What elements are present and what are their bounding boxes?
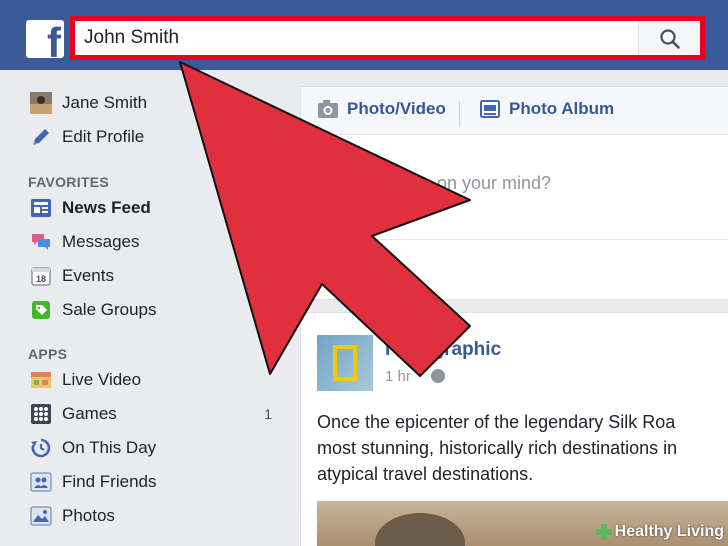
composer-separator <box>301 239 728 240</box>
national-geographic-logo-icon <box>333 345 357 381</box>
sidebar-item-messages[interactable]: Messages <box>30 229 280 255</box>
find-friends-icon <box>30 472 52 492</box>
profile-avatar-icon <box>30 92 52 114</box>
post-text-line: Once the epicenter of the legendary Silk… <box>317 412 676 432</box>
sidebar-item-label: Events <box>62 266 114 285</box>
post-composer: Photo/Video Photo Album on your mind? <box>300 86 728 300</box>
facebook-logo[interactable]: f <box>26 20 64 58</box>
calendar-icon-day: 18 <box>36 274 46 284</box>
calendar-icon: 18 <box>31 267 51 286</box>
sidebar-item-edit-profile[interactable]: Edit Profile <box>30 124 280 150</box>
news-feed-icon <box>31 199 51 217</box>
watermark-text: Healthy Living <box>614 523 724 540</box>
search-bar-highlighted <box>70 16 705 60</box>
sidebar-item-live-video[interactable]: Live Video <box>30 367 280 393</box>
top-navigation-bar: f <box>0 0 728 70</box>
sidebar-item-profile[interactable]: Jane Smith <box>30 90 280 116</box>
on-this-day-icon <box>31 438 51 458</box>
sidebar-item-label: Edit Profile <box>62 127 145 146</box>
left-sidebar: Jane Smith Edit Profile FAVORITES News F… <box>0 70 300 546</box>
facebook-logo-letter: f <box>47 20 61 59</box>
camera-icon <box>318 100 338 118</box>
page-avatar[interactable] <box>317 335 373 391</box>
post-text-line: atypical travel destinations. <box>317 464 534 484</box>
post-image-dome <box>375 513 465 546</box>
post-author-name[interactable]: l Geographic <box>385 339 501 361</box>
sidebar-item-games[interactable]: Games 1 <box>30 401 280 427</box>
sidebar-item-label: Find Friends <box>62 472 157 491</box>
favorites-section-title: FAVORITES <box>28 174 110 190</box>
search-icon <box>660 29 680 49</box>
sidebar-item-label: Sale Groups <box>62 300 157 319</box>
feed-post: l Geographic 1 hr Once the epicenter of … <box>300 312 728 546</box>
sidebar-item-label: Games <box>62 404 117 423</box>
search-button[interactable] <box>638 21 700 55</box>
tab-photo-album[interactable]: Photo Album <box>479 99 614 119</box>
messages-icon <box>32 234 50 250</box>
games-count-badge: 1 <box>264 406 272 422</box>
sidebar-item-find-friends[interactable]: Find Friends <box>30 469 280 495</box>
pencil-icon <box>33 129 49 145</box>
tab-divider <box>459 101 460 127</box>
sidebar-item-label: Live Video <box>62 370 142 389</box>
photo-album-icon <box>480 100 500 118</box>
composer-tabs: Photo/Video Photo Album <box>301 87 728 135</box>
globe-icon <box>431 369 445 383</box>
tab-photo-album-label: Photo Album <box>509 99 615 118</box>
sidebar-item-news-feed[interactable]: News Feed <box>30 195 280 221</box>
sidebar-item-label: On This Day <box>62 438 157 457</box>
live-video-icon <box>31 372 51 388</box>
sidebar-item-sale-groups[interactable]: Sale Groups <box>30 297 280 323</box>
search-input[interactable] <box>79 24 634 52</box>
sidebar-item-label: Messages <box>62 232 140 251</box>
tab-photo-video-label: Photo/Video <box>347 99 446 118</box>
watermark: Healthy Living <box>595 520 724 544</box>
post-body: Once the epicenter of the legendary Silk… <box>317 409 728 487</box>
sidebar-item-label: Jane Smith <box>62 93 148 112</box>
sale-tag-icon <box>32 301 50 319</box>
sidebar-item-label: News Feed <box>62 198 151 217</box>
games-icon <box>31 404 51 424</box>
plus-leaf-icon <box>595 524 612 540</box>
composer-prompt-text: on your mind? <box>437 173 552 193</box>
sidebar-item-events[interactable]: 18 Events <box>30 263 280 289</box>
apps-section-title: APPS <box>28 346 68 362</box>
sidebar-item-on-this-day[interactable]: On This Day <box>30 435 280 461</box>
sidebar-item-label: Photos <box>62 506 115 525</box>
sidebar-item-photos[interactable]: Photos <box>30 503 280 529</box>
tab-photo-video[interactable]: Photo/Video <box>317 99 446 119</box>
post-timestamp[interactable]: 1 hr <box>385 368 411 385</box>
photos-icon <box>30 506 52 526</box>
post-text-line: most stunning, historically rich destina… <box>317 438 678 458</box>
